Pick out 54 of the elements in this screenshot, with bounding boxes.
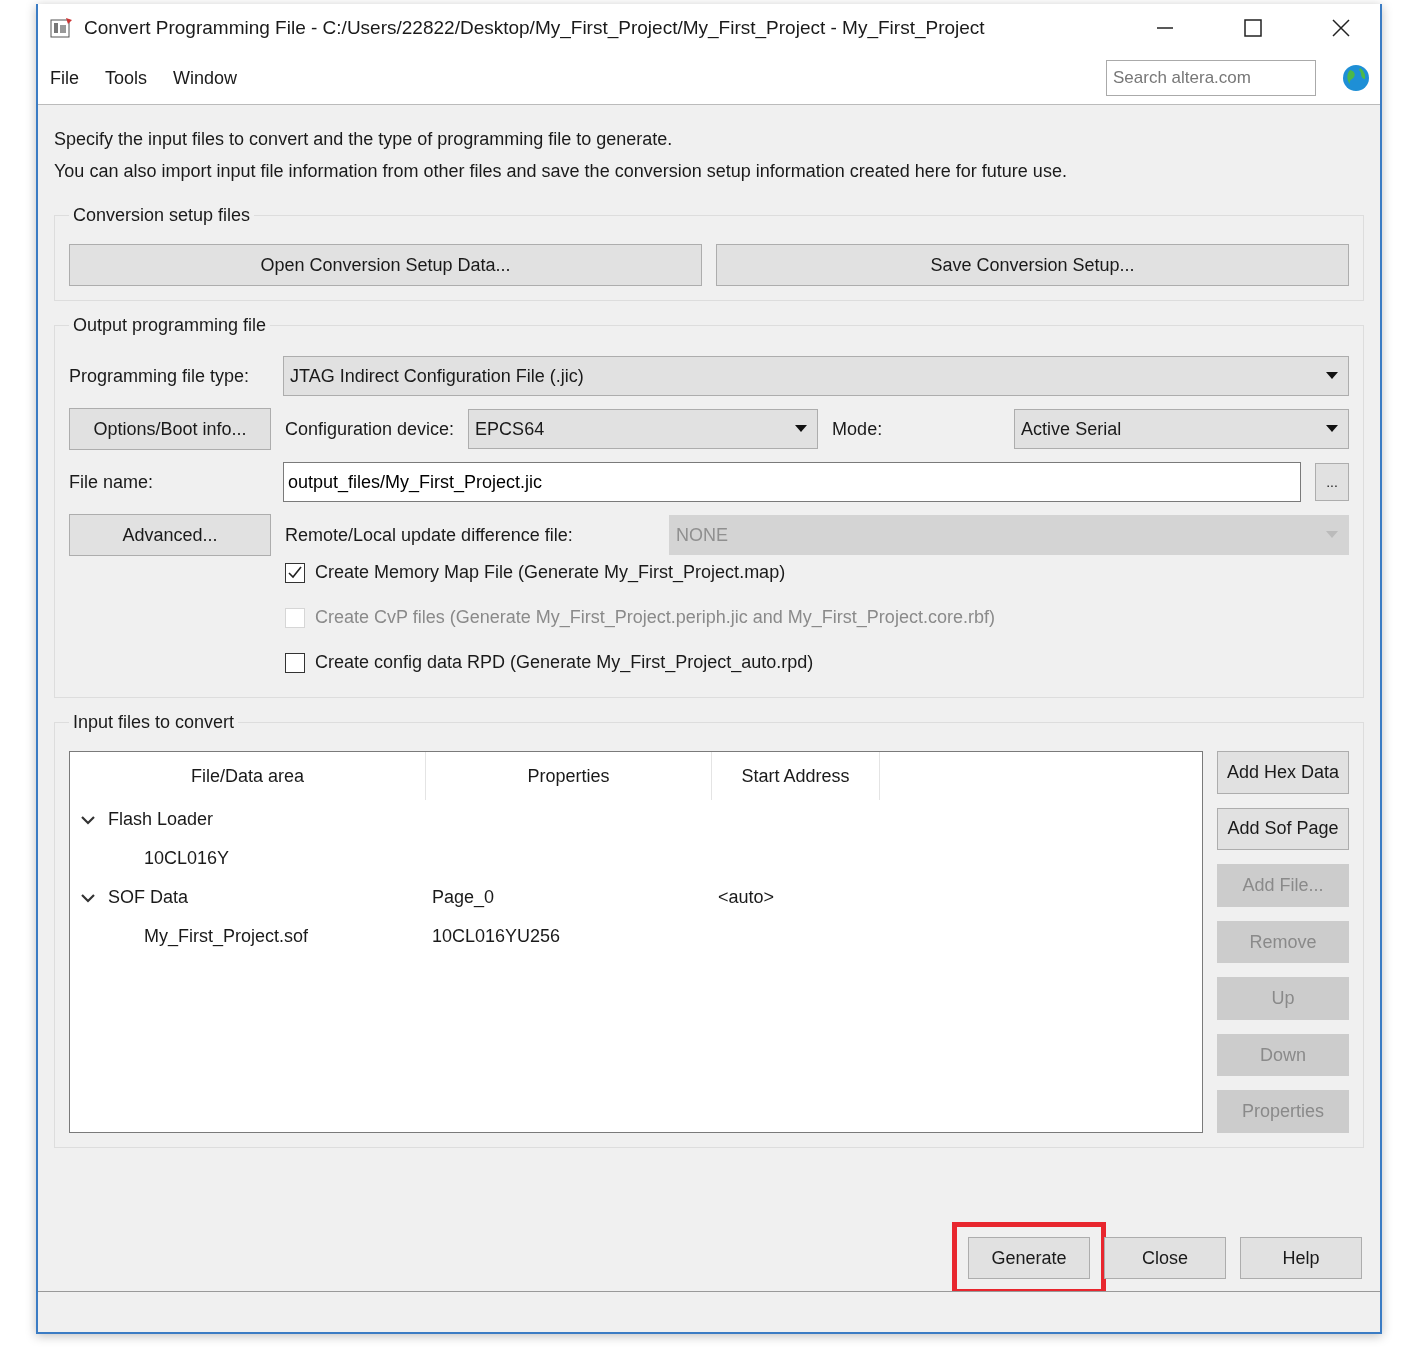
caret-icon [1326,531,1338,539]
column-header[interactable]: Start Address [712,752,880,800]
menu-item[interactable]: Window [173,67,238,89]
search-field[interactable]: Search altera.com [1106,60,1316,96]
checkbox-label: Create CvP files (Generate My_First_Project.periph.jic and My_First_Project.core.rbf) [315,607,995,628]
tree-item[interactable]: SOF Data [108,887,189,908]
table-cell: <auto> [718,887,775,908]
field-label: Remote/Local update difference file: [285,524,574,546]
tree-item[interactable]: Flash Loader [108,809,214,830]
footer-button[interactable]: Close [1104,1237,1226,1279]
instruction-text: You can also import input file information from other files and save the conversion setup information created here for future use. [54,160,1068,183]
group-title: Conversion setup files [72,205,252,226]
menu-item[interactable]: Tools [105,67,148,89]
table-cell: Page_0 [432,887,495,908]
globe-icon[interactable] [1342,64,1370,92]
footer-button[interactable]: Generate [968,1237,1090,1279]
tree-item[interactable]: 10CL016Y [144,848,230,869]
group-title: Output programming file [72,315,268,336]
close-icon[interactable] [1331,18,1351,38]
column-header[interactable]: File/Data area [70,752,426,800]
field-label: Programming file type: [69,365,251,387]
maximize-icon[interactable] [1243,18,1263,38]
options-button[interactable]: Options/Boot info... [69,408,271,450]
group-title: Input files to convert [72,712,236,733]
file-name-field[interactable]: output_files/My_First_Project.jic [283,462,1301,502]
setup-button[interactable]: Open Conversion Setup Data... [69,244,702,286]
caret-icon [1326,425,1338,433]
field-label: Mode: [832,418,884,440]
checkbox-label: Create Memory Map File (Generate My_First_Project.map) [315,562,786,583]
device-dropdown[interactable]: EPCS64 [468,409,819,449]
field-label: Configuration device: [285,418,455,440]
field-label: File name: [69,471,155,493]
menu-item[interactable]: File [50,67,79,89]
window-title: Convert Programming File - C:/Users/22822/Desktop/My_First_Project/My_First_Project - My_First_Project [84,17,986,39]
table-cell: 10CL016YU256 [432,926,561,947]
column-header[interactable]: Properties [426,752,712,800]
caret-icon [795,425,808,433]
checkbox-label: Create config data RPD (Generate My_First_Project_auto.rpd) [315,652,814,673]
mode-dropdown[interactable]: Active Serial [1014,409,1349,449]
browse-button[interactable]: ... [1315,463,1349,501]
file-type-dropdown[interactable]: JTAG Indirect Configuration File (.jic) [283,356,1349,396]
setup-button[interactable]: Save Conversion Setup... [716,244,1349,286]
instruction-text: Specify the input files to convert and the type of programming file to generate. [54,128,674,151]
side-button[interactable]: Add Sof Page [1217,807,1349,851]
chevron-down-icon[interactable] [80,891,96,904]
advanced-button[interactable]: Advanced... [69,514,271,556]
checkbox[interactable] [285,652,305,673]
caret-icon [1326,372,1338,380]
chevron-down-icon[interactable] [80,813,96,826]
footer-button[interactable]: Help [1240,1237,1362,1279]
side-button[interactable]: Add Hex Data [1217,751,1349,794]
checkbox[interactable] [285,562,305,583]
app-icon [50,17,74,39]
tree-item[interactable]: My_First_Project.sof [144,926,309,947]
